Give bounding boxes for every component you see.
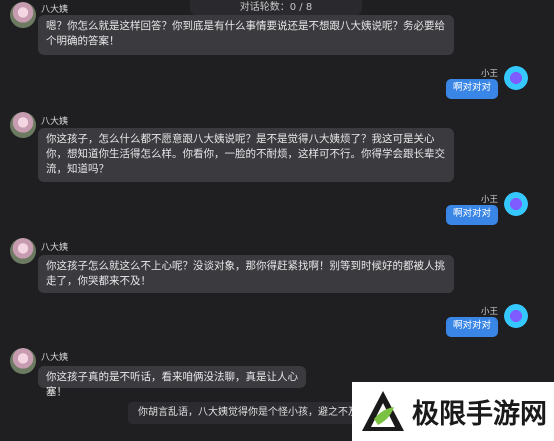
aunt-avatar xyxy=(10,112,36,138)
message-bubble: 啊对对对 xyxy=(446,79,498,99)
speaker-name: 八大姨 xyxy=(41,243,69,253)
speaker-name: 八大姨 xyxy=(41,5,69,15)
user-avatar xyxy=(504,192,528,216)
aunt-avatar xyxy=(10,348,36,374)
aunt-avatar xyxy=(10,2,36,28)
speaker-name: 小王 xyxy=(480,195,498,205)
site-watermark: 极限手游网 xyxy=(352,382,554,441)
speaker-name: 八大姨 xyxy=(41,353,69,363)
user-avatar xyxy=(504,304,528,328)
rounds-counter: 对话轮数：0 / 8 xyxy=(190,0,362,16)
watermark-text: 极限手游网 xyxy=(412,399,547,430)
message-bubble: 啊对对对 xyxy=(446,317,498,337)
aunt-avatar xyxy=(10,238,36,264)
speaker-name: 小王 xyxy=(480,69,498,79)
message-bubble: 嗯？你怎么就是这样回答？你到底是有什么事情要说还是不想跟八大姨说呢？务必要给个明… xyxy=(38,15,454,55)
speaker-name: 八大姨 xyxy=(41,117,69,127)
message-bubble: 你这孩子，怎么什么都不愿意跟八大姨说呢？是不是觉得八大姨烦了？我这可是关心你，想… xyxy=(38,128,454,182)
user-avatar xyxy=(504,66,528,90)
message-bubble: 你这孩子真的是不听话，看来咱俩没法聊，真是让人心塞！ xyxy=(38,366,306,398)
message-bubble: 你这孩子怎么就这么不上心呢？没谈对象，那你得赶紧找啊！别等到时候好的都被人挑走了… xyxy=(38,255,454,293)
speaker-name: 小王 xyxy=(480,307,498,317)
message-bubble: 啊对对对 xyxy=(446,205,498,225)
site-logo-icon xyxy=(360,389,406,435)
result-status: 你胡言乱语，八大姨觉得你是个怪小孩，避之不及 xyxy=(128,402,364,424)
